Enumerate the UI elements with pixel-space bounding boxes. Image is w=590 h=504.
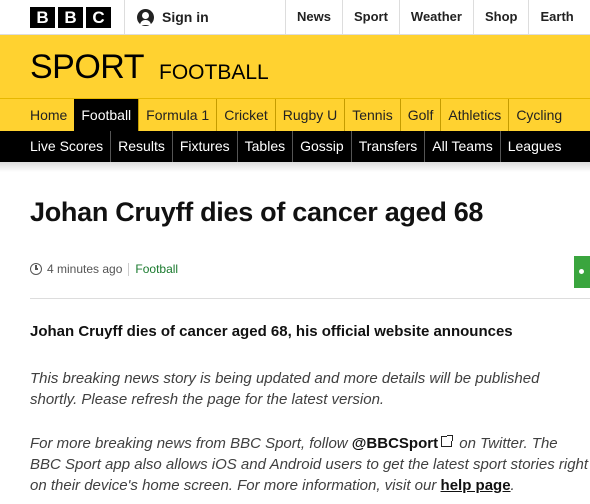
twitter-link[interactable]: @BBCSport: [352, 435, 438, 452]
football-subnav: Live Scores Results Fixtures Tables Goss…: [0, 131, 590, 162]
bbc-logo[interactable]: B B C: [30, 7, 111, 28]
sport-title[interactable]: SPORT: [30, 48, 145, 87]
secnav-home[interactable]: Home: [23, 99, 74, 132]
secnav-cycling[interactable]: Cycling: [508, 99, 569, 132]
article-tag-link[interactable]: Football: [135, 262, 178, 276]
article-headline: Johan Cruyff dies of cancer aged 68: [30, 197, 484, 227]
subnav-fixtures[interactable]: Fixtures: [171, 131, 237, 162]
secnav-football[interactable]: Football: [74, 99, 139, 132]
subnav-results[interactable]: Results: [110, 131, 172, 162]
secnav-athletics[interactable]: Athletics: [440, 99, 508, 132]
secnav-golf[interactable]: Golf: [399, 99, 441, 132]
nav-sport[interactable]: Sport: [341, 0, 399, 34]
global-nav: News Sport Weather Shop Earth: [285, 0, 585, 34]
help-page-link[interactable]: help page: [441, 477, 511, 494]
article-paragraph-1: This breaking news story is being update…: [30, 370, 540, 408]
subnav-live-scores[interactable]: Live Scores: [23, 131, 110, 162]
secnav-formula1[interactable]: Formula 1: [138, 99, 216, 132]
article-timestamp: 4 minutes ago: [47, 262, 123, 276]
share-button[interactable]: [574, 256, 590, 288]
secnav-tennis[interactable]: Tennis: [344, 99, 399, 132]
divider: [30, 298, 590, 299]
subnav-all-teams[interactable]: All Teams: [424, 131, 499, 162]
subnav-tables[interactable]: Tables: [236, 131, 292, 162]
section-nav: Home Football Formula 1 Cricket Rugby U …: [0, 98, 590, 132]
nav-weather[interactable]: Weather: [398, 0, 473, 34]
subnav-gossip[interactable]: Gossip: [292, 131, 351, 162]
external-link-icon: [441, 435, 454, 447]
sport-banner: SPORT FOOTBALL: [0, 35, 590, 98]
subnav-transfers[interactable]: Transfers: [350, 131, 425, 162]
user-icon: [137, 8, 154, 26]
section-subtitle[interactable]: FOOTBALL: [159, 61, 269, 85]
secnav-cricket[interactable]: Cricket: [216, 99, 275, 132]
nav-earth[interactable]: Earth: [528, 0, 584, 34]
article-paragraph-2: For more breaking news from BBC Sport, f…: [30, 433, 590, 496]
global-header: B B C Sign in News Sport Weather Shop Ea…: [0, 0, 590, 35]
article-meta: 4 minutes ago Football: [30, 262, 178, 276]
article-lead: Johan Cruyff dies of cancer aged 68, his…: [30, 323, 513, 340]
signin-label: Sign in: [162, 9, 209, 25]
nav-shadow: [0, 162, 590, 172]
signin-button[interactable]: Sign in: [124, 0, 209, 34]
nav-news[interactable]: News: [285, 0, 342, 34]
logo-letter-b1: B: [30, 7, 55, 28]
para2-text-a: For more breaking news from BBC Sport, f…: [30, 435, 352, 452]
meta-divider: [128, 262, 130, 276]
subnav-leagues[interactable]: Leagues: [499, 131, 569, 162]
clock-icon: [30, 263, 42, 275]
secnav-rugby-union[interactable]: Rugby U: [274, 99, 344, 132]
logo-letter-c: C: [86, 7, 111, 28]
para2-text-c: .: [510, 477, 515, 494]
nav-shop[interactable]: Shop: [472, 0, 529, 34]
logo-letter-b2: B: [58, 7, 83, 28]
